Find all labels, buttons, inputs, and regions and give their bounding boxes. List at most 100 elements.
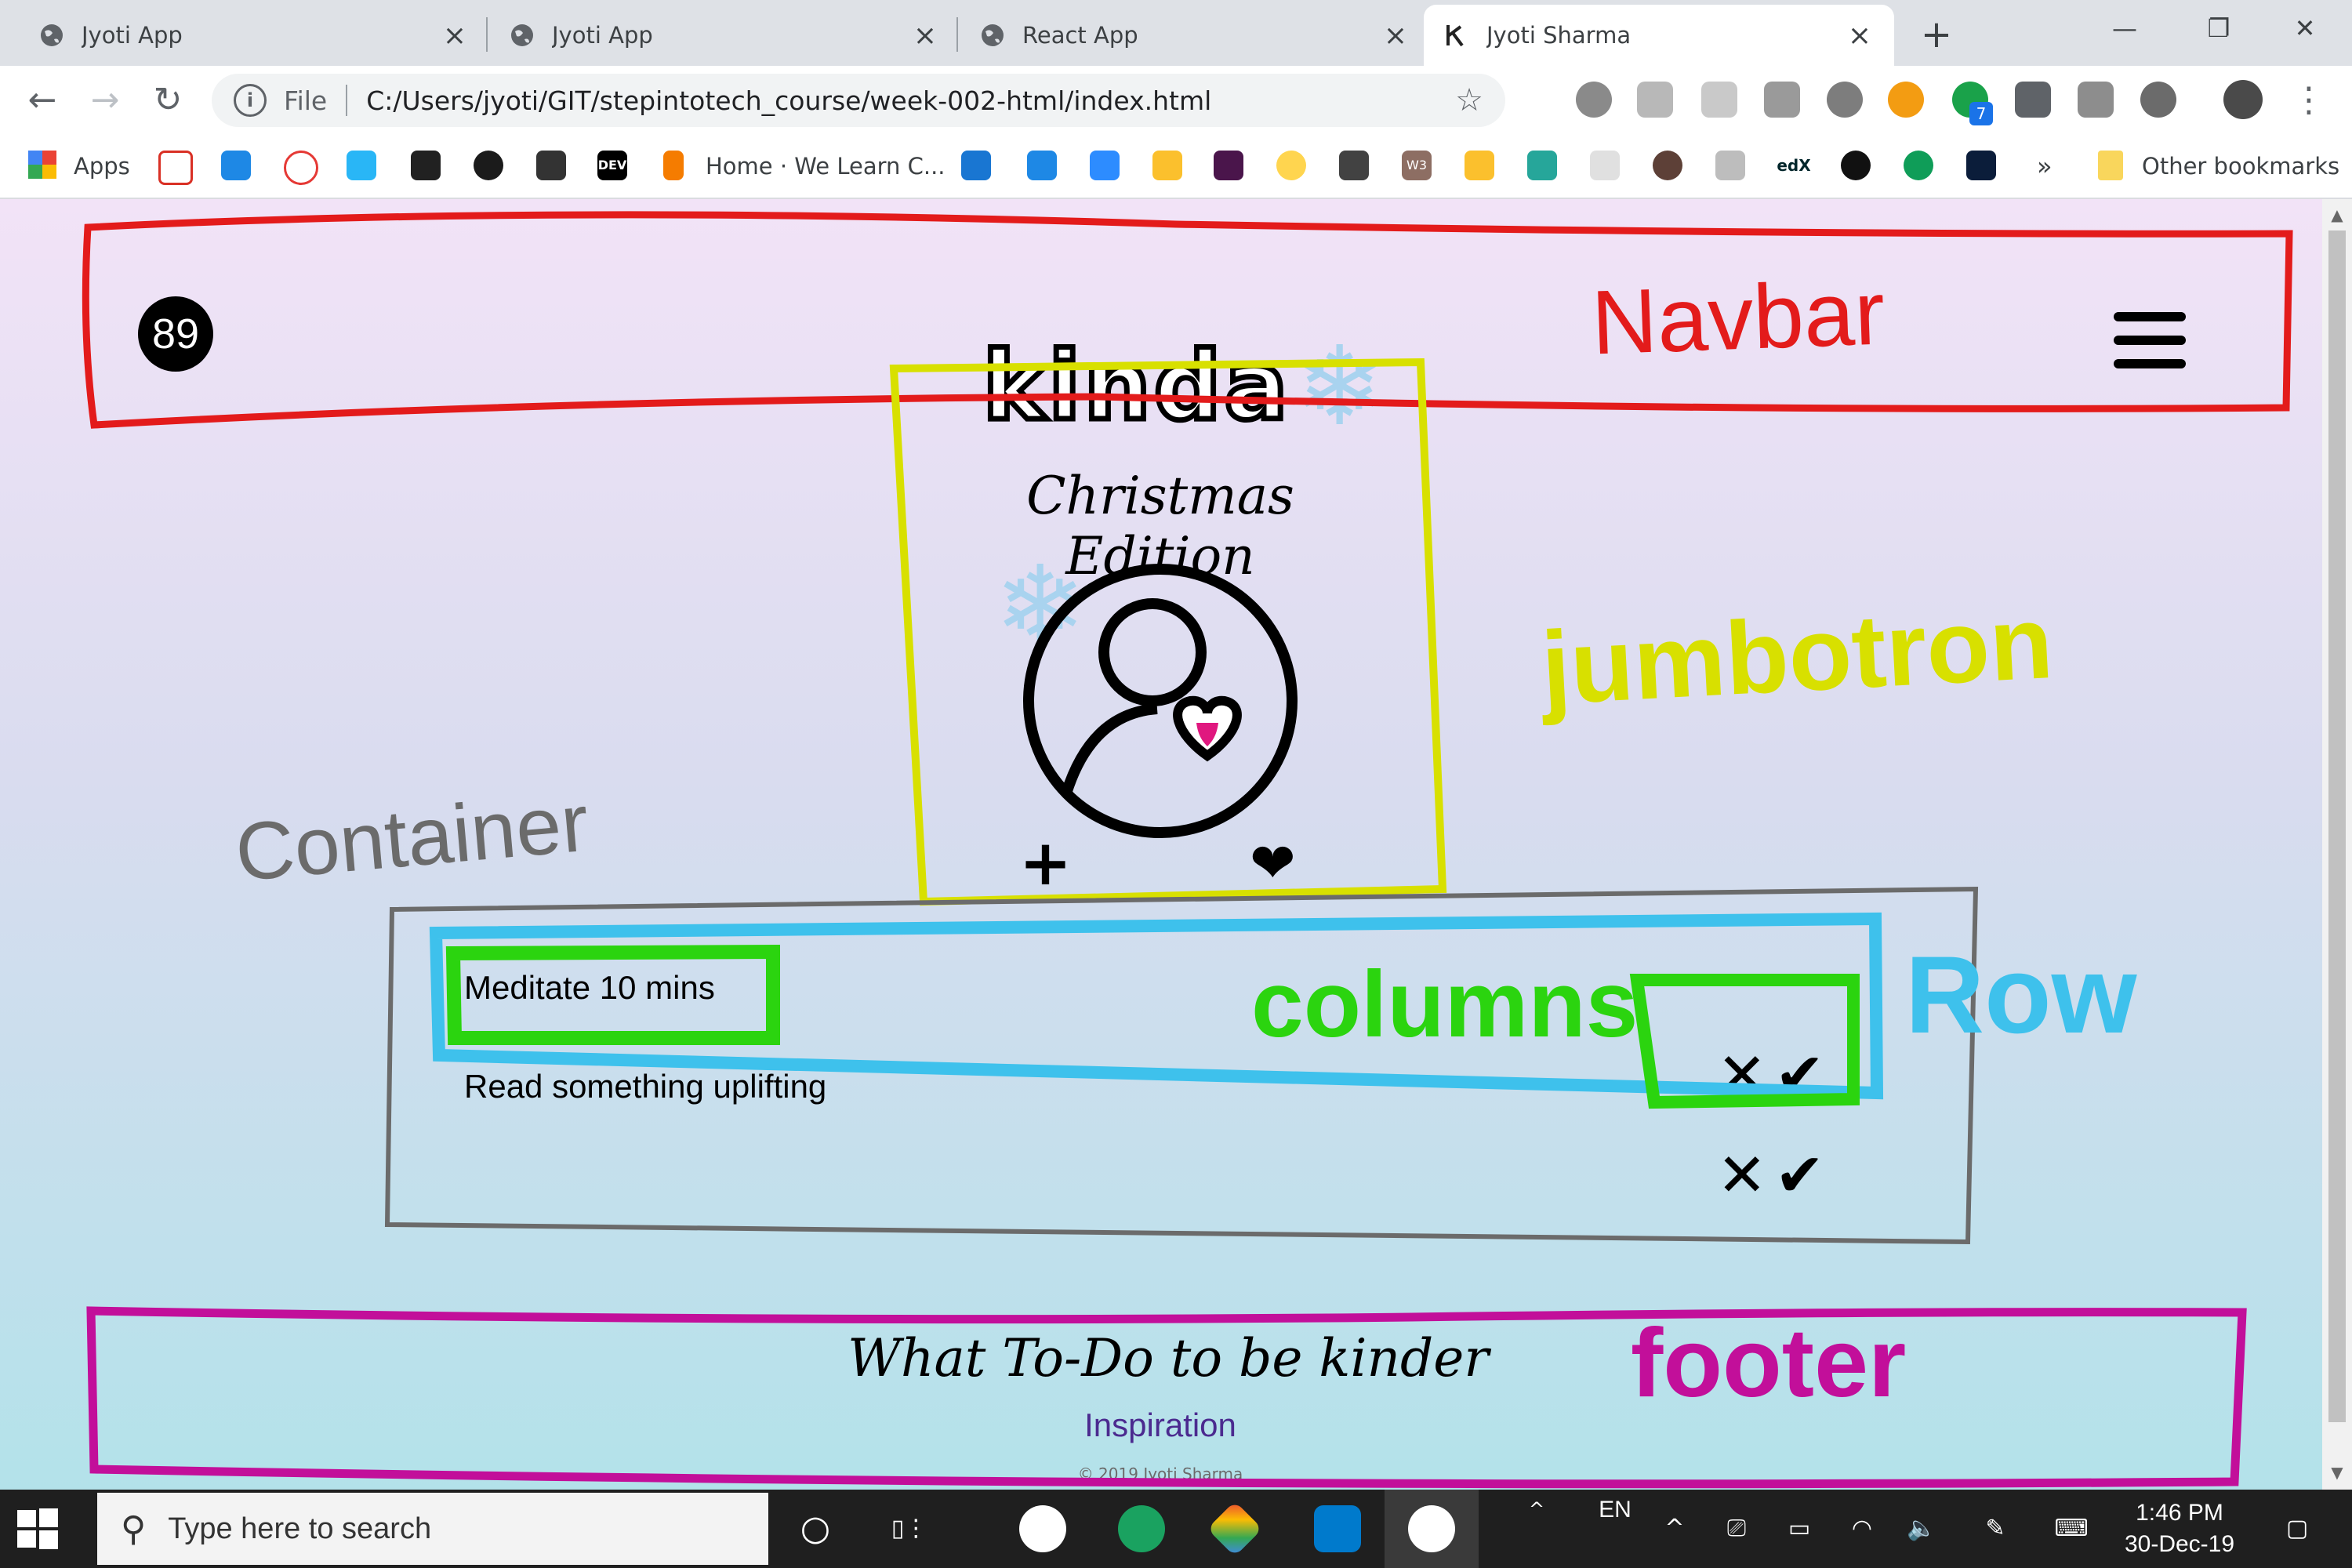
bookmark-star-icon[interactable]: ☆ — [1455, 82, 1483, 118]
address-bar[interactable]: i File C:/Users/jyoti/GIT/stepintotech_c… — [212, 74, 1505, 127]
codepen-icon[interactable] — [536, 151, 566, 180]
profile-avatar[interactable] — [2223, 80, 2263, 119]
coffee-icon[interactable] — [1152, 151, 1182, 180]
lightbulb-icon[interactable] — [1465, 151, 1494, 180]
slack-app-icon[interactable] — [1019, 1505, 1066, 1552]
cortana-icon[interactable]: ○ — [792, 1490, 839, 1568]
extension-bulb-icon[interactable] — [2015, 82, 2051, 118]
freecodecamp-icon[interactable] — [663, 151, 684, 180]
tab-jyoti-sharma[interactable]: Jyoti Sharma × — [1424, 5, 1894, 66]
hangouts-icon[interactable] — [1904, 151, 1933, 180]
extension-image-icon[interactable] — [1764, 82, 1800, 118]
m-script-icon[interactable] — [347, 151, 376, 180]
input-language[interactable]: EN — [1592, 1486, 1639, 1565]
new-tab-button[interactable]: + — [1913, 11, 1960, 58]
extension-cube-icon[interactable] — [1576, 82, 1612, 118]
vscode-app-icon[interactable] — [1314, 1505, 1361, 1552]
vscode-icon[interactable] — [961, 151, 991, 180]
scrollbar-thumb[interactable] — [2328, 230, 2346, 1422]
pen-icon[interactable]: ✎ — [1976, 1490, 2015, 1568]
battery-icon[interactable]: ▭ — [1780, 1490, 1819, 1568]
page-scrollbar[interactable]: ▲ ▼ — [2322, 199, 2352, 1490]
git-app-icon[interactable] — [1207, 1501, 1263, 1557]
doc-icon[interactable] — [411, 151, 441, 180]
keyboard-icon[interactable]: ⌨ — [2048, 1490, 2095, 1568]
vectorworks-icon[interactable] — [474, 151, 503, 180]
wifi-icon[interactable]: ◠ — [1842, 1490, 1882, 1568]
close-tab-icon[interactable]: × — [439, 20, 470, 52]
arrow-icon[interactable] — [1339, 151, 1369, 180]
send-app-icon[interactable] — [1118, 1505, 1165, 1552]
edx-icon[interactable]: edX — [1773, 151, 1814, 180]
windows-taskbar: ⚲ Type here to search ○ ▯⋮ ^ EN ^ ⎚ ▭ ◠ … — [0, 1490, 2352, 1568]
scroll-up-arrow[interactable]: ▲ — [2322, 205, 2352, 224]
zoom-icon[interactable] — [1090, 151, 1120, 180]
bookmark-apps[interactable]: Apps — [74, 151, 130, 182]
extension-bug-icon[interactable] — [2140, 82, 2176, 118]
tab-jyoti-app-2[interactable]: Jyoti App × — [489, 5, 960, 66]
extension-key-icon[interactable] — [1888, 82, 1924, 118]
stack-icon[interactable] — [1027, 151, 1057, 180]
annotation-columns: columns — [1251, 952, 1639, 1057]
show-hidden-icons-icon[interactable]: ^ — [1659, 1490, 1690, 1568]
jumbotron-outline — [889, 358, 1447, 906]
tab-divider — [956, 17, 958, 52]
taskbar-search[interactable]: ⚲ Type here to search — [97, 1493, 768, 1565]
task-view-icon[interactable]: ▯⋮ — [886, 1490, 933, 1568]
bookmarks-overflow-button[interactable]: » — [2037, 151, 2053, 182]
restore-button[interactable]: ❐ — [2180, 0, 2258, 56]
dev-icon[interactable]: DEV — [597, 151, 627, 180]
blank-page-icon[interactable] — [1590, 151, 1620, 180]
windows-start-icon[interactable] — [16, 1507, 60, 1551]
close-tab-icon[interactable]: × — [1380, 20, 1411, 52]
tab-strip: Jyoti App × Jyoti App × React App × Jyot… — [0, 0, 2352, 66]
photos-app-icon[interactable] — [1408, 1505, 1455, 1552]
d-icon[interactable] — [1527, 151, 1557, 180]
close-window-button[interactable]: ✕ — [2266, 0, 2344, 56]
row-outline — [429, 912, 1884, 1100]
scroll-down-arrow[interactable]: ▼ — [2322, 1463, 2352, 1482]
column-outline — [445, 944, 780, 1045]
clock-date: 30-Dec-19 — [2124, 1531, 2235, 1557]
search-placeholder: Type here to search — [168, 1512, 432, 1545]
w3schools-icon[interactable]: W3 — [1402, 151, 1432, 180]
gmail-icon[interactable] — [158, 151, 193, 185]
extension-doc-icon[interactable] — [2078, 82, 2114, 118]
stack-icon[interactable] — [221, 151, 251, 180]
chrome-menu-icon[interactable]: ⋮ — [2289, 77, 2328, 124]
github-icon[interactable] — [1841, 151, 1871, 180]
bookmark-home-we-learn[interactable]: Home · We Learn C... — [706, 151, 946, 182]
minimize-button[interactable]: — — [2085, 0, 2164, 56]
slack-icon[interactable] — [1214, 151, 1243, 180]
system-clock[interactable]: 1:46 PM 30-Dec-19 — [2101, 1497, 2258, 1560]
reload-button[interactable]: ↻ — [144, 77, 191, 124]
info-icon[interactable]: i — [234, 84, 267, 117]
chevron-up-icon[interactable]: ^ — [1521, 1490, 1552, 1568]
screen-icon[interactable]: ⎚ — [1717, 1490, 1756, 1568]
annotation-navbar: Navbar — [1589, 261, 1887, 374]
k-logo-icon — [1443, 21, 1471, 49]
tab-divider — [486, 17, 488, 52]
extension-pdf-icon[interactable] — [1701, 82, 1737, 118]
clock-time: 1:46 PM — [2136, 1500, 2223, 1526]
extension-shield-icon[interactable] — [1637, 82, 1673, 118]
bookmark-other-bookmarks[interactable]: Other bookmarks — [2142, 151, 2339, 182]
grid-doc-icon[interactable] — [1715, 151, 1745, 180]
notifications-icon[interactable]: ▢ — [2274, 1490, 2321, 1568]
extension-gear-icon[interactable] — [1827, 82, 1863, 118]
tab-react-app[interactable]: React App × — [960, 5, 1430, 66]
annotation-footer: footer — [1631, 1309, 1907, 1417]
duck-icon[interactable] — [1276, 151, 1306, 180]
back-button[interactable]: ← — [19, 77, 66, 124]
ninja-icon[interactable] — [1653, 151, 1682, 180]
globe-icon — [978, 21, 1007, 49]
medium-icon[interactable] — [284, 151, 318, 185]
fire-icon[interactable] — [1966, 151, 1996, 180]
forward-button[interactable]: → — [82, 77, 129, 124]
tab-jyoti-app-1[interactable]: Jyoti App × — [19, 5, 489, 66]
apps-grid-icon[interactable] — [28, 151, 56, 179]
close-tab-icon[interactable]: × — [1844, 20, 1875, 52]
volume-icon[interactable]: 🔈 — [1902, 1490, 1941, 1568]
address-url[interactable]: C:/Users/jyoti/GIT/stepintotech_course/w… — [366, 85, 1211, 116]
close-tab-icon[interactable]: × — [909, 20, 941, 52]
